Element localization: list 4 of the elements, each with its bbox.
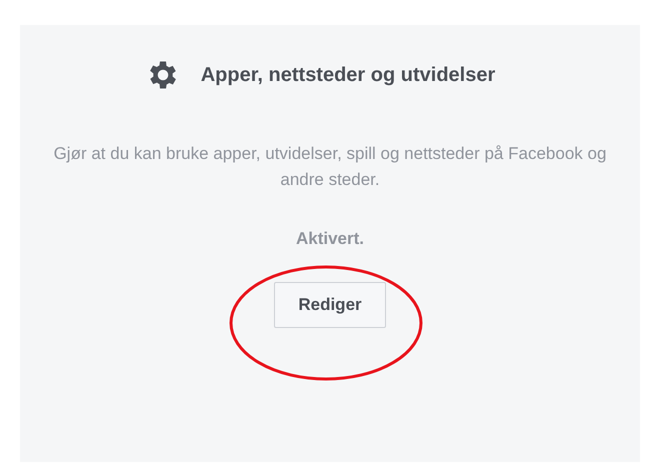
- status-text: Aktivert.: [296, 228, 364, 250]
- section-title: Apper, nettsteder og utvidelser: [200, 63, 496, 88]
- edit-button[interactable]: Rediger: [274, 282, 386, 328]
- section-description: Gjør at du kan bruke apper, utvidelser, spill og nettsteder på Facebook og andre steder.: [52, 143, 608, 191]
